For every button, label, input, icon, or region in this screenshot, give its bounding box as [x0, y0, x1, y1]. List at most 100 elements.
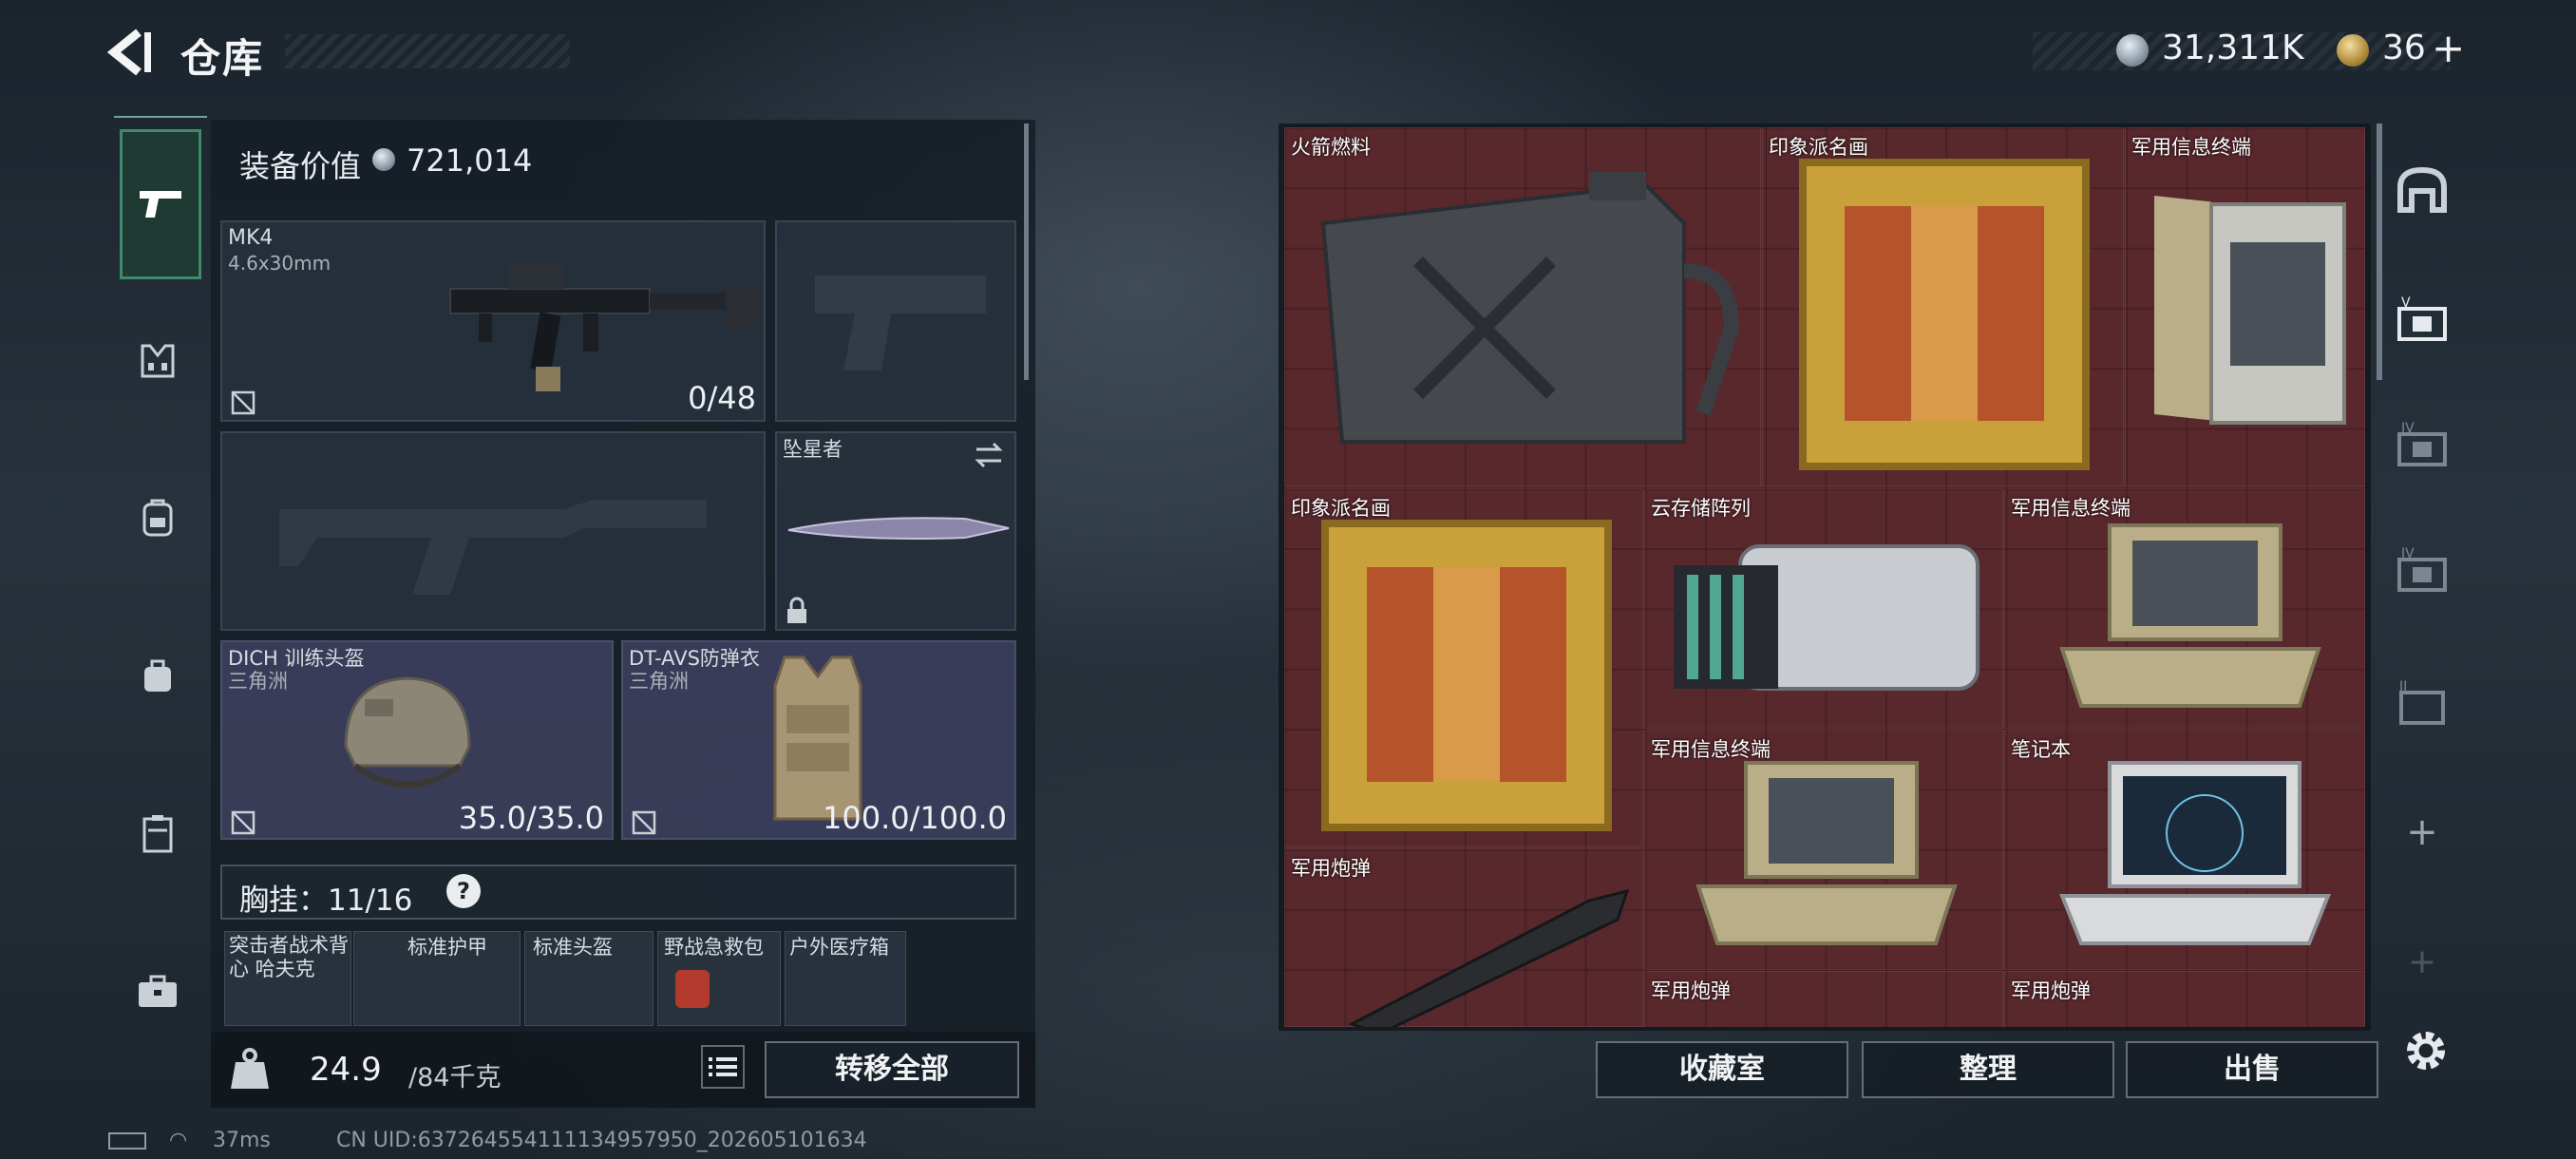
weight-icon [231, 1048, 269, 1089]
svg-text:IV: IV [2401, 546, 2415, 561]
storage-array-image [1674, 544, 1979, 691]
warehouse-item[interactable]: 军用炮弹 [1284, 848, 1643, 1027]
terminal-image [2154, 196, 2346, 425]
item-label: 军用信息终端 [2131, 136, 2251, 159]
pistol-silhouette-icon [815, 276, 986, 370]
swap-icon[interactable] [973, 441, 1005, 469]
storage-3-icon: II [2399, 679, 2445, 725]
armor-origin: 三角洲 [629, 670, 689, 693]
settings-gear-icon[interactable] [2399, 1024, 2453, 1077]
battery-icon [108, 1132, 146, 1150]
melee-slot[interactable]: 坠星者 [775, 431, 1016, 631]
tab-warehouse-4a[interactable]: IV [2384, 407, 2460, 483]
collection-room-button[interactable]: 收藏室 [1596, 1041, 1848, 1098]
knife-image [787, 517, 1010, 540]
equipment-scrollbar[interactable] [1024, 124, 1029, 380]
pouch-icon [144, 659, 171, 692]
helmet-durability: 35.0/35.0 [458, 800, 604, 836]
tab-warehouse-3[interactable]: II [2384, 665, 2460, 741]
ping-text: 37ms [213, 1129, 271, 1152]
shell-image [1348, 888, 1630, 1027]
rig-help-icon[interactable]: ? [446, 874, 481, 908]
first-aid-icon [675, 970, 710, 1008]
tab-warehouse-main[interactable] [2384, 152, 2460, 228]
rig-item-slot[interactable]: 突击者战术背心 哈夫克 [224, 931, 351, 1026]
lock-icon [787, 597, 806, 623]
no-insure-icon [231, 810, 256, 835]
tab-case[interactable] [120, 796, 196, 872]
rig-item-label: 户外医疗箱 [789, 936, 889, 959]
warehouse-item[interactable]: 军用信息终端 [1644, 730, 2003, 970]
title-decoration [285, 34, 570, 68]
rig-item-slot[interactable]: 野战急救包 [657, 931, 781, 1026]
warehouse-item[interactable]: 印象派名画 [1762, 127, 2124, 486]
rig-item-slot[interactable]: 标准头盔 [524, 931, 653, 1026]
weapon-name: MK4 [228, 226, 274, 250]
rail-divider [114, 116, 207, 118]
armor-slot[interactable]: DT-AVS防弹衣 三角洲 100.0/100.0 [621, 640, 1016, 840]
painting-image [1321, 520, 1612, 831]
secondary-weapon-slot[interactable] [220, 431, 766, 631]
max-weight: /84千克 [408, 1063, 502, 1092]
tab-backpack[interactable] [120, 480, 196, 556]
back-arrow-icon[interactable] [106, 28, 152, 76]
primary-weapon-slot[interactable]: MK4 4.6x30mm 0/48 [220, 220, 766, 422]
sell-button[interactable]: 出售 [2126, 1041, 2378, 1098]
no-insure-icon [632, 810, 656, 835]
svg-text:V: V [2401, 295, 2411, 311]
tab-vest[interactable] [120, 323, 196, 399]
transfer-all-button[interactable]: 转移全部 [765, 1041, 1019, 1098]
add-currency-button[interactable]: + [2432, 25, 2465, 71]
warehouse-item[interactable]: 军用信息终端 [2125, 127, 2365, 486]
list-view-button[interactable] [701, 1045, 745, 1089]
sidearm-slot[interactable] [775, 220, 1016, 422]
organize-button[interactable]: 整理 [1862, 1041, 2114, 1098]
warehouse-item[interactable]: 军用炮弹 [1644, 971, 2003, 1027]
tab-weapons[interactable] [120, 129, 201, 279]
vest-icon [141, 344, 175, 378]
helmet-slot[interactable]: DICH 训练头盔 三角洲 35.0/35.0 [220, 640, 614, 840]
item-label: 军用炮弹 [2011, 979, 2091, 1002]
warehouse-item[interactable]: 印象派名画 [1284, 488, 1643, 847]
uid-text: CN UID:637264554111134957950_20260510163… [336, 1129, 867, 1152]
svg-text:IV: IV [2401, 421, 2415, 436]
rig-item-slot[interactable]: 标准护甲 [353, 931, 521, 1026]
tab-warehouse-4b[interactable]: IV [2384, 532, 2460, 608]
warehouse-item[interactable]: 军用炮弹 [2004, 971, 2365, 1027]
laptop-image [2059, 761, 2331, 945]
helmet-image [344, 676, 471, 788]
page-title: 仓库 [180, 35, 265, 82]
rifle-silhouette-icon [279, 500, 707, 595]
rifle-image [449, 262, 760, 391]
item-label: 军用炮弹 [1651, 979, 1731, 1002]
rig-capacity: 11/16 [328, 884, 413, 918]
warehouse-item[interactable]: 笔记本 [2004, 730, 2365, 970]
warehouse-item[interactable]: 军用信息终端 [2004, 488, 2365, 729]
ammo-count: 0/48 [688, 380, 756, 416]
warehouse-scrollbar[interactable] [2377, 124, 2382, 380]
current-weight: 24.9 [310, 1051, 382, 1089]
gold-currency: 36 [2382, 28, 2426, 67]
terminal-image [2059, 523, 2321, 708]
storage-5-icon: V [2397, 295, 2447, 341]
item-label: 云存储阵列 [1651, 497, 1751, 520]
case-icon [142, 815, 173, 853]
rig-item-slot[interactable]: 户外医疗箱 [785, 931, 906, 1026]
rig-item-label: 标准头盔 [533, 936, 613, 959]
melee-name: 坠星者 [783, 438, 843, 461]
weapon-caliber: 4.6x30mm [228, 252, 331, 275]
tab-toolbox[interactable] [120, 954, 196, 1030]
helmet-origin: 三角洲 [228, 670, 288, 693]
equipment-value-label: 装备价值 [239, 148, 362, 184]
wifi-icon: ◠ [169, 1129, 188, 1152]
pistol-icon [140, 191, 181, 218]
armor-name: DT-AVS防弹衣 [629, 647, 760, 670]
rig-label: 胸挂：11/16 [239, 884, 413, 918]
tab-warehouse-5[interactable]: V [2384, 281, 2460, 357]
warehouse-item[interactable]: 火箭燃料 [1284, 127, 1761, 486]
silver-currency: 31,311K [2162, 28, 2304, 67]
tab-pouch[interactable] [120, 638, 196, 714]
add-storage-button[interactable]: + [2384, 794, 2460, 870]
warehouse-item[interactable]: 云存储阵列 [1644, 488, 2003, 729]
rig-item-label: 标准护甲 [407, 936, 487, 959]
